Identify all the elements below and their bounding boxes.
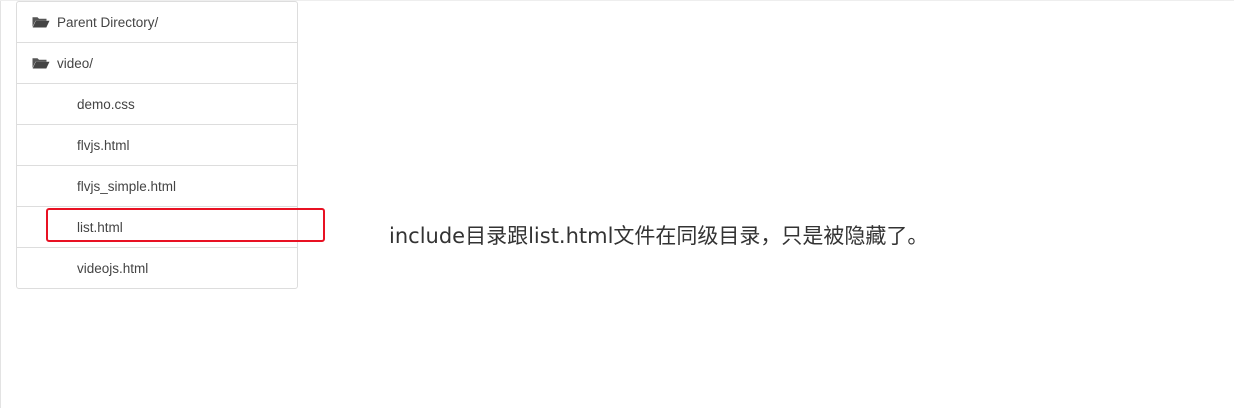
list-item-list-html[interactable]: list.html [17,206,297,247]
list-item-label: video/ [57,55,94,71]
folder-open-icon [32,57,50,69]
list-item-label: flvjs_simple.html [77,178,177,194]
list-item-flvjs-simple-html[interactable]: flvjs_simple.html [17,165,297,206]
list-item-label: flvjs.html [77,137,130,153]
list-item-flvjs-html[interactable]: flvjs.html [17,124,297,165]
list-item-video-folder[interactable]: video/ [17,42,297,83]
annotation-note: include目录跟list.html文件在同级目录，只是被隐藏了。 [389,224,929,248]
list-item-label: Parent Directory/ [57,14,159,30]
list-item-label: videojs.html [77,260,149,276]
list-item-parent-directory[interactable]: Parent Directory/ [17,2,297,42]
list-item-videojs-html[interactable]: videojs.html [17,247,297,288]
list-item-label: demo.css [77,96,135,112]
page-left-border [0,0,1,408]
list-item-demo-css[interactable]: demo.css [17,83,297,124]
file-list: Parent Directory/ video/ demo.css flvjs.… [16,1,298,289]
folder-open-icon [32,16,50,28]
list-item-label: list.html [77,219,123,235]
